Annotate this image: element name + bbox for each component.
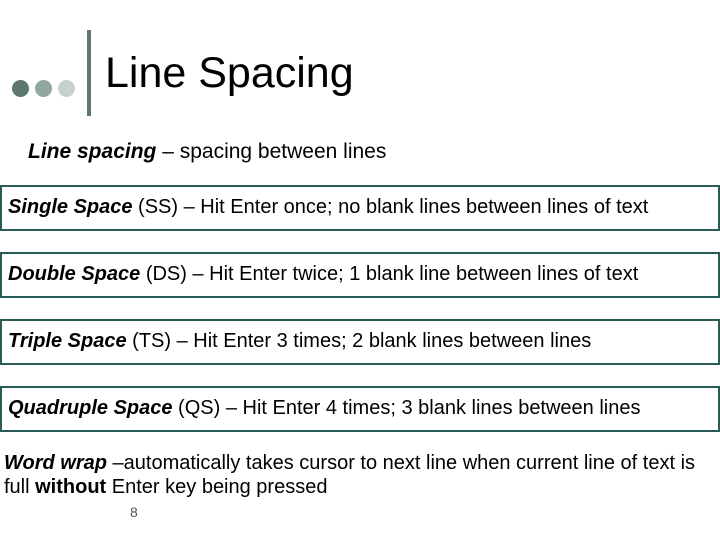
definition-box: Double Space (DS) – Hit Enter twice; 1 b… bbox=[0, 252, 720, 298]
definition-term: Triple Space bbox=[8, 330, 127, 352]
footer-keyword: without bbox=[35, 476, 106, 498]
definition-abbrev: (QS) – bbox=[173, 397, 243, 419]
definition-term: Single Space bbox=[8, 196, 133, 218]
definition-rest: Hit Enter 3 times; 2 blank lines between… bbox=[193, 330, 591, 352]
subtitle-rest: – spacing between lines bbox=[156, 140, 386, 163]
footer-paragraph: Word wrap –automatically takes cursor to… bbox=[4, 452, 714, 499]
dot-icon bbox=[12, 80, 29, 97]
subtitle-term: Line spacing bbox=[28, 140, 156, 163]
subtitle-line: Line spacing – spacing between lines bbox=[28, 140, 386, 164]
dot-icon bbox=[35, 80, 52, 97]
definition-term: Double Space bbox=[8, 263, 140, 285]
definition-rest: Hit Enter 4 times; 3 blank lines between… bbox=[243, 397, 641, 419]
slide-title: Line Spacing bbox=[105, 49, 354, 98]
definition-box: Single Space (SS) – Hit Enter once; no b… bbox=[0, 185, 720, 231]
definition-abbrev: (SS) – bbox=[133, 196, 201, 218]
definition-term: Quadruple Space bbox=[8, 397, 173, 419]
definition-box: Quadruple Space (QS) – Hit Enter 4 times… bbox=[0, 386, 720, 432]
vertical-bar-icon bbox=[87, 30, 91, 116]
definition-abbrev: (DS) – bbox=[140, 263, 209, 285]
footer-term: Word wrap bbox=[4, 452, 107, 474]
header-dots bbox=[12, 80, 75, 97]
definition-rest: Hit Enter once; no blank lines between l… bbox=[200, 196, 648, 218]
page-number: 8 bbox=[130, 504, 138, 520]
footer-text: Enter key being pressed bbox=[106, 476, 327, 498]
definition-rest: Hit Enter twice; 1 blank line between li… bbox=[209, 263, 638, 285]
definition-abbrev: (TS) – bbox=[127, 330, 194, 352]
slide: Line Spacing Line spacing – spacing betw… bbox=[0, 0, 720, 540]
slide-header: Line Spacing bbox=[12, 30, 708, 116]
definition-box: Triple Space (TS) – Hit Enter 3 times; 2… bbox=[0, 319, 720, 365]
dot-icon bbox=[58, 80, 75, 97]
